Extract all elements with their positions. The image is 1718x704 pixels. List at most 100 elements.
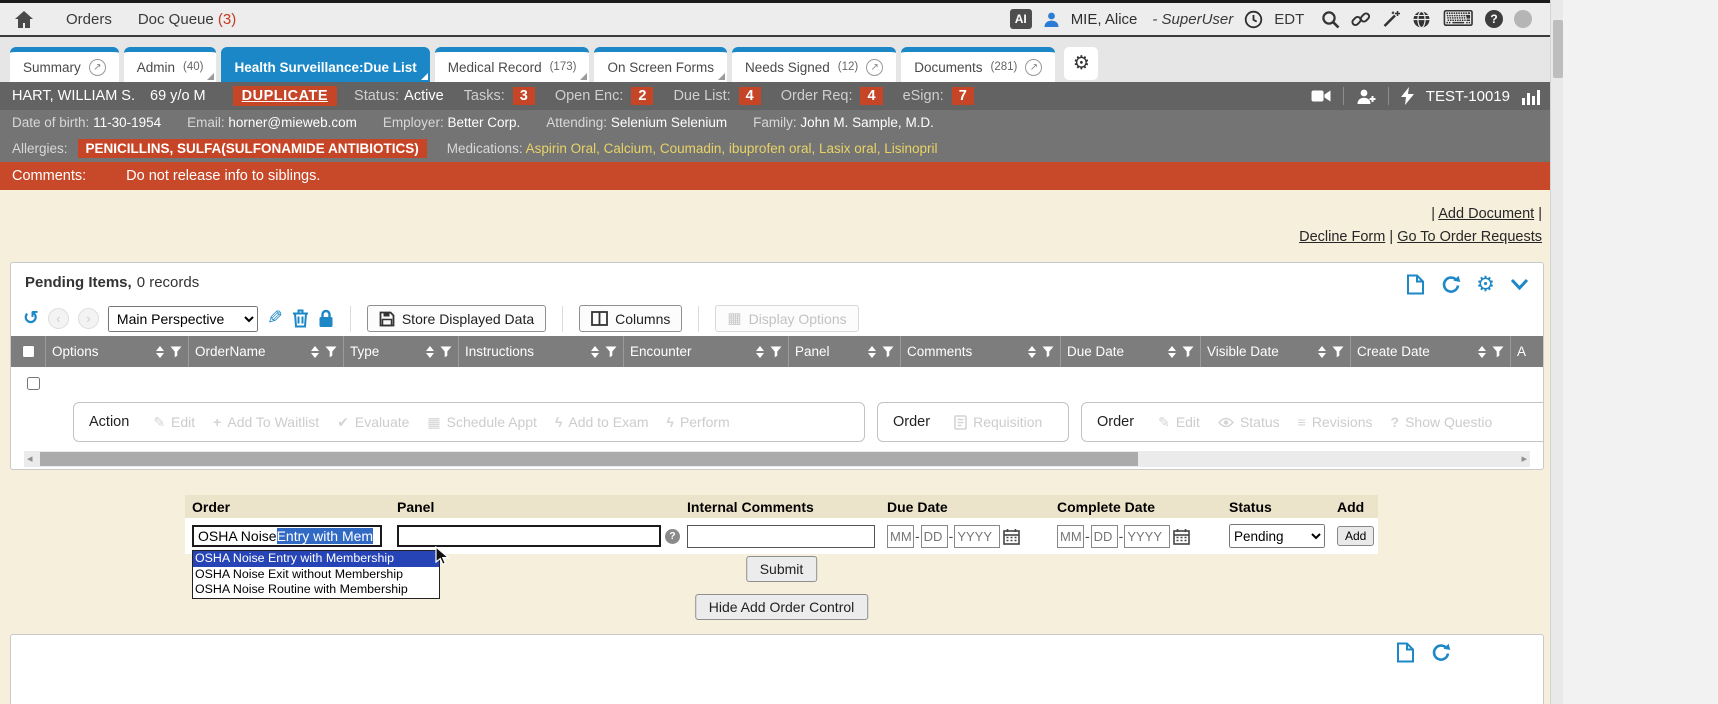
avatar[interactable]	[1514, 10, 1532, 28]
calendar-icon[interactable]	[1003, 528, 1020, 545]
row-checkbox[interactable]	[27, 377, 40, 390]
tab-needs-signed[interactable]: Needs Signed(12) ↗	[732, 47, 896, 82]
scrollbar-thumb[interactable]	[1553, 20, 1563, 78]
link-icon[interactable]	[1351, 10, 1371, 28]
complete-date-yyyy-input[interactable]	[1124, 525, 1170, 548]
clock-icon[interactable]	[1244, 10, 1263, 29]
add-document-link[interactable]: Add Document	[1438, 206, 1534, 222]
open-enc-count-badge[interactable]: 2	[631, 87, 653, 105]
edit-button[interactable]: ✎Edit	[1149, 414, 1209, 431]
tab-on-screen-forms[interactable]: On Screen Forms	[594, 47, 727, 82]
show-questions-button[interactable]: ?Show Questio	[1382, 414, 1502, 430]
new-document-icon[interactable]	[1396, 642, 1415, 663]
column-header-comments[interactable]: Comments	[900, 336, 1060, 367]
column-header-create-date[interactable]: Create Date	[1350, 336, 1510, 367]
order-input[interactable]: OSHA Noise Entry with Mem	[192, 525, 382, 547]
go-to-order-requests-link[interactable]: Go To Order Requests	[1397, 229, 1542, 245]
search-icon[interactable]	[1321, 10, 1340, 29]
select-all-checkbox[interactable]	[22, 345, 35, 358]
store-displayed-data-button[interactable]: Store Displayed Data	[367, 305, 546, 332]
delete-perspective-icon[interactable]	[292, 309, 309, 328]
calendar-icon[interactable]	[1173, 528, 1190, 545]
evaluate-button[interactable]: ✔Evaluate	[328, 414, 418, 431]
globe-icon[interactable]	[1412, 10, 1431, 29]
undo-icon[interactable]: ↺	[23, 307, 39, 330]
vertical-scrollbar[interactable]	[1550, 0, 1563, 704]
panel-input[interactable]	[397, 525, 661, 547]
complete-date-dd-input[interactable]	[1091, 525, 1118, 548]
submit-button[interactable]: Submit	[746, 556, 818, 582]
prev-perspective-icon[interactable]: ‹	[48, 308, 69, 329]
tab-documents[interactable]: Documents(281) ↗	[901, 47, 1055, 82]
bolt-icon[interactable]	[1401, 87, 1414, 105]
edit-button[interactable]: ✎Edit	[144, 414, 204, 431]
allergies-value[interactable]: PENICILLINS, SULFA(SULFONAMIDE ANTIBIOTI…	[78, 139, 427, 158]
dropdown-option[interactable]: OSHA Noise Entry with Membership	[193, 551, 439, 567]
new-document-icon[interactable]	[1406, 274, 1425, 295]
next-perspective-icon[interactable]: ›	[78, 308, 99, 329]
edit-perspective-icon[interactable]: ✎	[267, 307, 283, 330]
column-header-type[interactable]: Type	[343, 336, 458, 367]
column-header-encounter[interactable]: Encounter	[623, 336, 788, 367]
external-link-icon[interactable]: ↗	[1025, 59, 1042, 76]
column-header-options[interactable]: Options	[45, 336, 188, 367]
esign-count-badge[interactable]: 7	[952, 87, 974, 105]
tab-medical-record[interactable]: Medical Record(173)	[435, 47, 590, 82]
column-header-instructions[interactable]: Instructions	[458, 336, 623, 367]
perspective-select[interactable]: Main Perspective	[108, 306, 258, 332]
scroll-left-arrow[interactable]: ◂	[27, 452, 33, 465]
user-name[interactable]: MIE, Alice	[1071, 11, 1138, 28]
decline-form-link[interactable]: Decline Form	[1299, 229, 1385, 245]
collapse-chevron-icon[interactable]	[1510, 278, 1529, 292]
lock-icon[interactable]	[318, 309, 334, 328]
column-header-ordername[interactable]: OrderName	[188, 336, 343, 367]
nav-orders[interactable]: Orders	[66, 11, 112, 28]
column-header-visible-date[interactable]: Visible Date	[1200, 336, 1350, 367]
revisions-button[interactable]: ≡Revisions	[1289, 414, 1382, 430]
patient-name[interactable]: HART, WILLIAM S.	[12, 88, 135, 104]
perform-button[interactable]: ϟPerform	[658, 414, 739, 430]
due-date-yyyy-input[interactable]	[954, 525, 1000, 548]
internal-comments-input[interactable]	[687, 525, 875, 548]
complete-date-mm-input[interactable]	[1057, 525, 1084, 548]
duplicate-flag[interactable]: DUPLICATE	[233, 86, 337, 106]
add-to-waitlist-button[interactable]: +Add To Waitlist	[204, 414, 328, 430]
horizontal-scrollbar[interactable]: ◂ ▸	[24, 451, 1530, 467]
column-header-due-date[interactable]: Due Date	[1060, 336, 1200, 367]
external-link-icon[interactable]: ↗	[89, 59, 106, 76]
refresh-icon[interactable]	[1440, 275, 1461, 295]
hide-add-order-control-button[interactable]: Hide Add Order Control	[695, 594, 869, 620]
column-header-panel[interactable]: Panel	[788, 336, 900, 367]
nav-doc-queue[interactable]: Doc Queue (3)	[138, 11, 236, 28]
order-req-count-badge[interactable]: 4	[860, 87, 882, 105]
panel-help-icon[interactable]: ?	[665, 529, 680, 544]
tab-admin[interactable]: Admin(40)	[124, 47, 217, 82]
tab-settings-gear-icon[interactable]: ⚙	[1064, 47, 1098, 80]
dropdown-option[interactable]: OSHA Noise Routine with Membership	[193, 582, 439, 598]
add-to-exam-button[interactable]: ϟAdd to Exam	[546, 414, 658, 430]
schedule-appt-button[interactable]: ▦Schedule Appt	[418, 414, 546, 431]
video-camera-icon[interactable]	[1311, 88, 1331, 104]
requisition-button[interactable]: Requisition	[945, 414, 1051, 430]
due-list-count-badge[interactable]: 4	[739, 87, 761, 105]
bar-chart-icon[interactable]	[1522, 88, 1540, 105]
refresh-icon[interactable]	[1430, 643, 1451, 663]
dropdown-option[interactable]: OSHA Noise Exit without Membership	[193, 567, 439, 583]
columns-button[interactable]: Columns	[579, 305, 682, 332]
help-icon[interactable]: ?	[1485, 10, 1503, 28]
wand-icon[interactable]	[1382, 10, 1401, 28]
due-date-dd-input[interactable]	[921, 525, 948, 548]
scroll-right-arrow[interactable]: ▸	[1521, 452, 1527, 465]
keyboard-icon[interactable]: ⌨	[1442, 8, 1474, 30]
tab-summary[interactable]: Summary ↗	[10, 47, 119, 82]
ai-badge[interactable]: AI	[1010, 9, 1032, 29]
status-button[interactable]: Status	[1209, 414, 1289, 430]
tasks-count-badge[interactable]: 3	[513, 87, 535, 105]
external-link-icon[interactable]: ↗	[866, 59, 883, 76]
add-user-icon[interactable]	[1356, 88, 1376, 105]
due-date-mm-input[interactable]	[887, 525, 914, 548]
add-button[interactable]: Add	[1337, 526, 1374, 546]
column-header-partial[interactable]: A	[1510, 336, 1543, 367]
home-icon[interactable]	[14, 10, 34, 29]
gear-icon[interactable]: ⚙	[1476, 272, 1495, 297]
